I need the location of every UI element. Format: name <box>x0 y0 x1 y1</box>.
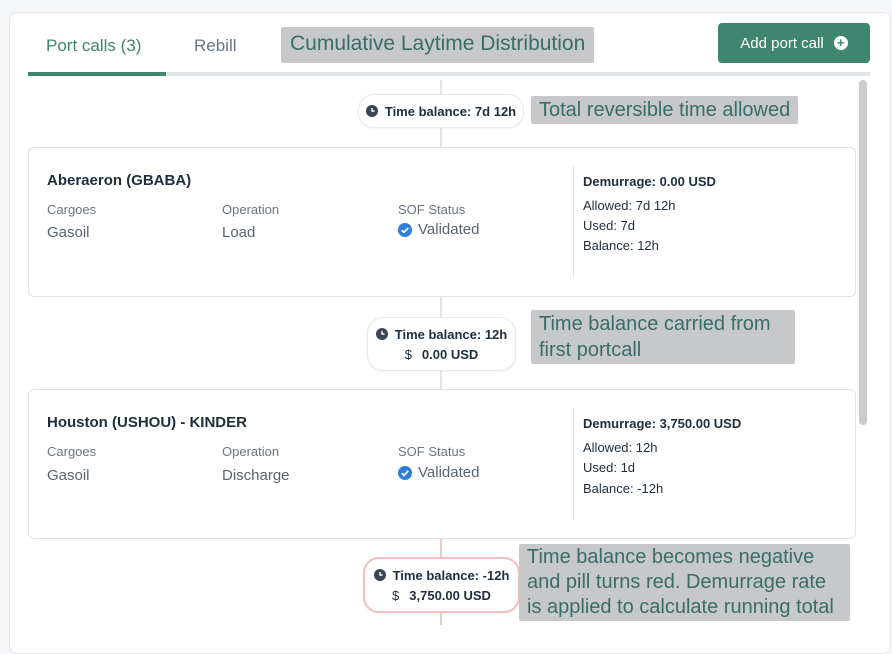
cargoes-label: Cargoes <box>47 202 97 217</box>
time-balance-text: Time balance: 12h <box>394 326 508 342</box>
sof-status-label: SOF Status <box>398 444 466 459</box>
port-call-card[interactable]: Houston (USHOU) - KINDER Cargoes Gasoil … <box>28 389 856 539</box>
card-divider <box>573 166 574 278</box>
sof-status-value: Validated <box>398 221 479 238</box>
sof-status-text: Validated <box>418 464 480 481</box>
annotation-note: Time balance becomes negative and pill t… <box>519 544 850 621</box>
scrollbar[interactable] <box>859 80 867 425</box>
port-call-card[interactable]: Aberaeron (GBABA) Cargoes Gasoil Operati… <box>28 147 856 297</box>
tab-port-calls[interactable]: Port calls (3) <box>46 36 141 56</box>
active-tab-indicator <box>28 72 166 76</box>
allowed-time: Allowed: 12h <box>583 440 658 455</box>
port-name: Houston (USHOU) - KINDER <box>47 414 247 431</box>
dollar-icon: $ <box>404 346 412 362</box>
time-balance-pill: Time balance: 7d 12h <box>358 94 524 128</box>
clock-icon <box>373 569 386 581</box>
time-balance-text: Time balance: 7d 12h <box>384 103 517 119</box>
running-demurrage-amount: 0.00 USD <box>421 346 479 362</box>
operation-label: Operation <box>222 202 280 217</box>
add-port-call-button[interactable]: Add port call + <box>718 23 870 63</box>
sof-status-value: Validated <box>398 464 479 481</box>
operation-value: Discharge <box>222 467 290 484</box>
annotation-title: Cumulative Laytime Distribution <box>281 27 595 63</box>
dollar-icon: $ <box>392 587 400 603</box>
sof-status-text: Validated <box>418 221 480 238</box>
cargoes-label: Cargoes <box>47 444 97 459</box>
verified-check-icon <box>398 465 412 480</box>
allowed-time: Allowed: 7d 12h <box>583 198 676 213</box>
port-name: Aberaeron (GBABA) <box>47 172 192 189</box>
time-balance-pill: Time balance: 12h $ 0.00 USD <box>367 317 516 371</box>
plus-circle-icon: + <box>833 36 848 50</box>
running-demurrage-amount: 3,750.00 USD <box>409 587 491 603</box>
time-balance-text: Time balance: -12h <box>392 567 510 583</box>
cargoes-value: Gasoil <box>47 467 90 484</box>
demurrage-total: Demurrage: 3,750.00 USD <box>583 416 742 431</box>
card-divider <box>573 408 574 520</box>
balance-time: Balance: 12h <box>583 238 659 253</box>
used-time: Used: 7d <box>583 218 636 233</box>
sof-status-label: SOF Status <box>398 202 466 217</box>
annotation-note: Time balance carried from first portcall <box>531 310 795 364</box>
clock-icon <box>365 105 378 117</box>
tab-rebill[interactable]: Rebill <box>194 36 237 56</box>
add-port-call-label: Add port call <box>740 34 824 52</box>
used-time: Used: 1d <box>583 460 636 475</box>
time-balance-pill-negative: Time balance: -12h $ 3,750.00 USD <box>363 557 520 613</box>
clock-icon <box>375 328 388 340</box>
verified-check-icon <box>398 222 412 237</box>
balance-time: Balance: -12h <box>583 481 664 496</box>
annotation-note: Total reversible time allowed <box>531 96 799 124</box>
cargoes-value: Gasoil <box>47 224 90 241</box>
demurrage-total: Demurrage: 0.00 USD <box>583 174 716 189</box>
operation-value: Load <box>222 224 256 241</box>
operation-label: Operation <box>222 444 280 459</box>
